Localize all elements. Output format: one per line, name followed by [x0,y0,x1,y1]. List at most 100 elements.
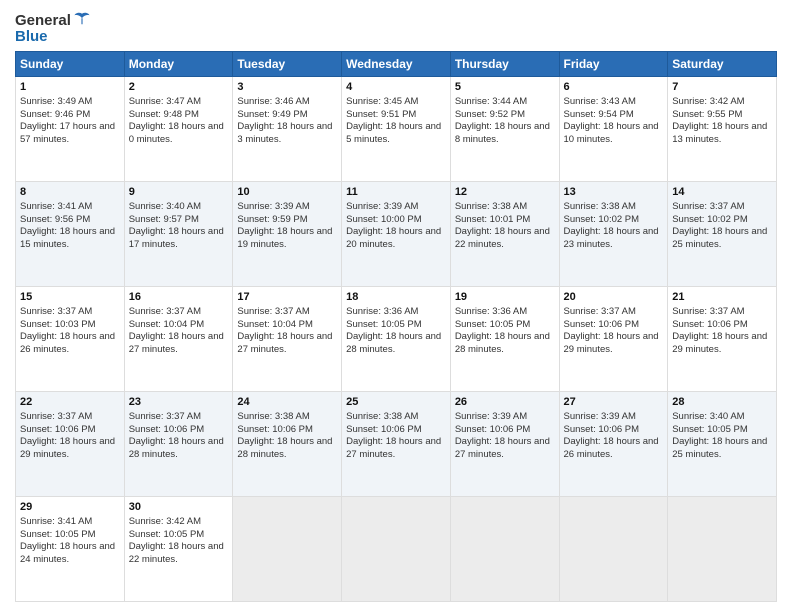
day-number: 28 [672,395,772,410]
day-header-wednesday: Wednesday [342,52,451,77]
daylight-text: Daylight: 18 hours and 25 minutes. [672,226,767,250]
logo-bird-icon [73,10,91,28]
calendar-cell: 19Sunrise: 3:36 AMSunset: 10:05 PMDaylig… [450,287,559,392]
sunset-text: Sunset: 10:01 PM [455,214,531,225]
daylight-text: Daylight: 18 hours and 20 minutes. [346,226,441,250]
daylight-text: Daylight: 18 hours and 28 minutes. [455,331,550,355]
day-number: 4 [346,80,446,95]
sunset-text: Sunset: 10:05 PM [20,529,96,540]
daylight-text: Daylight: 18 hours and 22 minutes. [129,541,224,565]
calendar-week-row: 22Sunrise: 3:37 AMSunset: 10:06 PMDaylig… [16,392,777,497]
day-number: 14 [672,185,772,200]
sunrise-text: Sunrise: 3:39 AM [455,411,527,422]
sunrise-text: Sunrise: 3:37 AM [672,306,744,317]
calendar-week-row: 29Sunrise: 3:41 AMSunset: 10:05 PMDaylig… [16,497,777,602]
calendar-cell: 16Sunrise: 3:37 AMSunset: 10:04 PMDaylig… [124,287,233,392]
day-number: 15 [20,290,120,305]
sunrise-text: Sunrise: 3:38 AM [564,201,636,212]
sunrise-text: Sunrise: 3:49 AM [20,96,92,107]
calendar-cell [559,497,668,602]
sunset-text: Sunset: 10:06 PM [564,424,640,435]
daylight-text: Daylight: 18 hours and 5 minutes. [346,121,441,145]
daylight-text: Daylight: 18 hours and 15 minutes. [20,226,115,250]
day-number: 20 [564,290,664,305]
sunset-text: Sunset: 9:52 PM [455,109,525,120]
sunrise-text: Sunrise: 3:41 AM [20,201,92,212]
daylight-text: Daylight: 18 hours and 17 minutes. [129,226,224,250]
daylight-text: Daylight: 18 hours and 28 minutes. [346,331,441,355]
calendar-cell: 9Sunrise: 3:40 AMSunset: 9:57 PMDaylight… [124,182,233,287]
sunset-text: Sunset: 9:48 PM [129,109,199,120]
day-number: 2 [129,80,229,95]
calendar-cell: 22Sunrise: 3:37 AMSunset: 10:06 PMDaylig… [16,392,125,497]
calendar-cell [342,497,451,602]
sunset-text: Sunset: 9:57 PM [129,214,199,225]
sunrise-text: Sunrise: 3:37 AM [129,411,201,422]
calendar-week-row: 15Sunrise: 3:37 AMSunset: 10:03 PMDaylig… [16,287,777,392]
sunrise-text: Sunrise: 3:39 AM [346,201,418,212]
daylight-text: Daylight: 18 hours and 3 minutes. [237,121,332,145]
daylight-text: Daylight: 18 hours and 22 minutes. [455,226,550,250]
calendar-cell: 24Sunrise: 3:38 AMSunset: 10:06 PMDaylig… [233,392,342,497]
sunset-text: Sunset: 10:06 PM [564,319,640,330]
calendar-cell: 28Sunrise: 3:40 AMSunset: 10:05 PMDaylig… [668,392,777,497]
day-number: 30 [129,500,229,515]
sunrise-text: Sunrise: 3:41 AM [20,516,92,527]
calendar-table: SundayMondayTuesdayWednesdayThursdayFrid… [15,51,777,602]
sunset-text: Sunset: 10:03 PM [20,319,96,330]
sunset-text: Sunset: 9:46 PM [20,109,90,120]
daylight-text: Daylight: 18 hours and 8 minutes. [455,121,550,145]
calendar-cell: 5Sunrise: 3:44 AMSunset: 9:52 PMDaylight… [450,77,559,182]
sunset-text: Sunset: 9:56 PM [20,214,90,225]
daylight-text: Daylight: 18 hours and 28 minutes. [237,436,332,460]
sunset-text: Sunset: 10:04 PM [129,319,205,330]
sunrise-text: Sunrise: 3:46 AM [237,96,309,107]
sunrise-text: Sunrise: 3:37 AM [672,201,744,212]
daylight-text: Daylight: 18 hours and 27 minutes. [346,436,441,460]
daylight-text: Daylight: 18 hours and 27 minutes. [455,436,550,460]
sunrise-text: Sunrise: 3:38 AM [237,411,309,422]
logo-general-text: General [15,12,71,29]
sunrise-text: Sunrise: 3:37 AM [564,306,636,317]
daylight-text: Daylight: 18 hours and 0 minutes. [129,121,224,145]
sunrise-text: Sunrise: 3:44 AM [455,96,527,107]
calendar-cell: 1Sunrise: 3:49 AMSunset: 9:46 PMDaylight… [16,77,125,182]
sunset-text: Sunset: 9:59 PM [237,214,307,225]
sunset-text: Sunset: 9:55 PM [672,109,742,120]
calendar-cell: 25Sunrise: 3:38 AMSunset: 10:06 PMDaylig… [342,392,451,497]
daylight-text: Daylight: 18 hours and 26 minutes. [20,331,115,355]
sunrise-text: Sunrise: 3:39 AM [237,201,309,212]
sunset-text: Sunset: 10:05 PM [129,529,205,540]
calendar-cell: 12Sunrise: 3:38 AMSunset: 10:01 PMDaylig… [450,182,559,287]
logo-blue-text: Blue [15,28,91,45]
calendar-cell: 2Sunrise: 3:47 AMSunset: 9:48 PMDaylight… [124,77,233,182]
page: General Blue SundayMondayTuesdayWednesda… [0,0,792,612]
header: General Blue [15,10,777,45]
daylight-text: Daylight: 18 hours and 26 minutes. [564,436,659,460]
calendar-cell: 20Sunrise: 3:37 AMSunset: 10:06 PMDaylig… [559,287,668,392]
sunset-text: Sunset: 9:54 PM [564,109,634,120]
sunset-text: Sunset: 10:04 PM [237,319,313,330]
calendar-cell: 21Sunrise: 3:37 AMSunset: 10:06 PMDaylig… [668,287,777,392]
sunset-text: Sunset: 10:05 PM [455,319,531,330]
calendar-cell: 3Sunrise: 3:46 AMSunset: 9:49 PMDaylight… [233,77,342,182]
daylight-text: Daylight: 18 hours and 13 minutes. [672,121,767,145]
calendar-cell: 27Sunrise: 3:39 AMSunset: 10:06 PMDaylig… [559,392,668,497]
daylight-text: Daylight: 18 hours and 23 minutes. [564,226,659,250]
daylight-text: Daylight: 18 hours and 28 minutes. [129,436,224,460]
sunset-text: Sunset: 10:00 PM [346,214,422,225]
day-header-tuesday: Tuesday [233,52,342,77]
calendar-cell: 8Sunrise: 3:41 AMSunset: 9:56 PMDaylight… [16,182,125,287]
daylight-text: Daylight: 18 hours and 27 minutes. [237,331,332,355]
sunset-text: Sunset: 10:06 PM [129,424,205,435]
sunrise-text: Sunrise: 3:36 AM [455,306,527,317]
day-number: 11 [346,185,446,200]
day-number: 23 [129,395,229,410]
day-number: 1 [20,80,120,95]
day-header-saturday: Saturday [668,52,777,77]
calendar-cell: 23Sunrise: 3:37 AM Sunset: 10:06 PMDaylig… [124,392,233,497]
day-number: 25 [346,395,446,410]
sunrise-text: Sunrise: 3:37 AM [237,306,309,317]
calendar-cell [450,497,559,602]
sunset-text: Sunset: 10:06 PM [455,424,531,435]
